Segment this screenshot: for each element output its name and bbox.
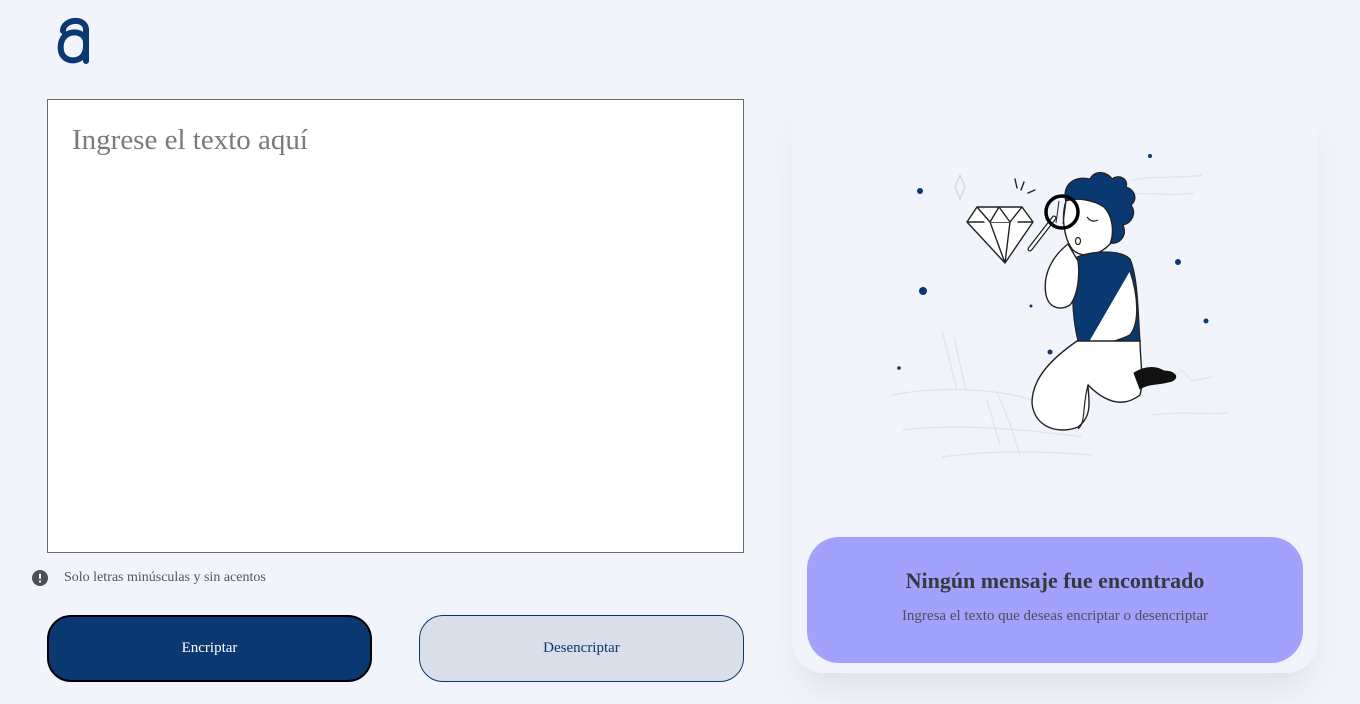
decrypt-button[interactable]: Desencriptar <box>419 615 744 682</box>
input-hint: Solo letras minúsculas y sin acentos <box>32 570 266 586</box>
hint-text: Solo letras minúsculas y sin acentos <box>64 570 266 585</box>
output-panel: Ningún mensaje fue encontrado Ingresa el… <box>792 95 1318 673</box>
exclamation-circle-icon <box>32 570 48 586</box>
message-box: Ningún mensaje fue encontrado Ingresa el… <box>807 537 1303 663</box>
text-input[interactable] <box>47 99 744 553</box>
message-subtitle: Ingresa el texto que deseas encriptar o … <box>901 608 1209 624</box>
message-title: Ningún mensaje fue encontrado <box>905 568 1205 593</box>
person-magnifying-glass-illustration <box>891 154 1228 458</box>
encrypt-button[interactable]: Encriptar <box>47 615 372 682</box>
alura-logo <box>57 18 89 64</box>
